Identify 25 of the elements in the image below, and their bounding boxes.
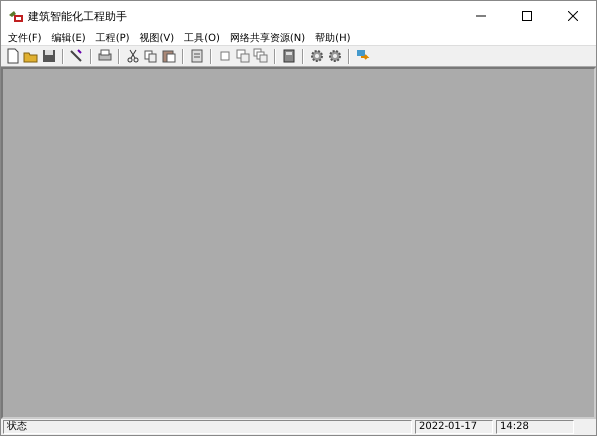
status-text: 状态 bbox=[3, 420, 412, 434]
windows-icon[interactable] bbox=[235, 48, 251, 64]
gear-icon[interactable] bbox=[327, 48, 343, 64]
menu-item[interactable]: 文件(F) bbox=[3, 31, 47, 45]
menu-item[interactable]: 帮助(H) bbox=[310, 31, 356, 45]
app-icon bbox=[8, 9, 24, 23]
copy-icon[interactable] bbox=[143, 48, 159, 64]
maximize-icon[interactable] bbox=[522, 11, 532, 21]
menu-item[interactable]: 视图(V) bbox=[134, 31, 180, 45]
menu-item[interactable]: 工程(P) bbox=[90, 31, 135, 45]
date-text: 2022-01-17 bbox=[415, 420, 493, 434]
menu-item[interactable]: 网络共享资源(N) bbox=[224, 31, 310, 45]
clipboard-icon[interactable] bbox=[161, 48, 177, 64]
menu-item[interactable]: 工具(O) bbox=[179, 31, 225, 45]
close-icon[interactable] bbox=[568, 11, 578, 21]
new-file-icon[interactable] bbox=[5, 48, 21, 64]
save-icon[interactable] bbox=[41, 48, 57, 64]
document-icon[interactable] bbox=[189, 48, 205, 64]
calculator-icon[interactable] bbox=[281, 48, 297, 64]
cascade-icon[interactable] bbox=[253, 48, 269, 64]
menu-item[interactable]: 编辑(E) bbox=[46, 31, 91, 45]
gear-icon[interactable] bbox=[309, 48, 325, 64]
scissors-icon[interactable] bbox=[125, 48, 141, 64]
time-text: 14:28 bbox=[496, 420, 574, 434]
window-title: 建筑智能化工程助手 bbox=[28, 8, 128, 24]
